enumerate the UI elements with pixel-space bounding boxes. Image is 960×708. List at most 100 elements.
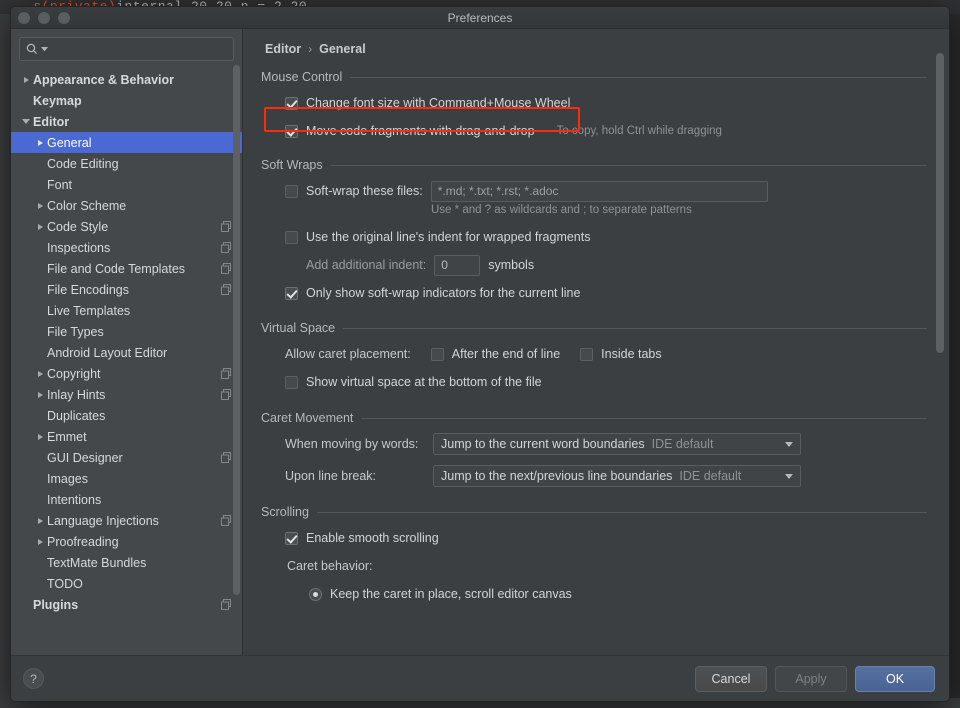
close-button[interactable] (18, 11, 30, 24)
sidebar-item-inspections[interactable]: Inspections (11, 237, 242, 258)
chevron-right-icon[interactable] (33, 223, 47, 230)
copy-settings-icon[interactable] (221, 221, 232, 232)
sidebar-item-appearance-behavior[interactable]: Appearance & Behavior (11, 69, 242, 90)
zoom-button[interactable] (58, 11, 70, 24)
group-divider (330, 164, 927, 166)
chevron-right-icon[interactable] (33, 517, 47, 524)
note-wildcards: Use * and ? as wildcards and ; to separa… (431, 204, 692, 216)
group-mouse-control: Mouse Control Change font size with Comm… (261, 70, 927, 142)
sidebar-item-plugins[interactable]: Plugins (11, 594, 242, 615)
row-soft-wrap-files[interactable]: Soft-wrap these files: (285, 180, 927, 202)
sidebar-item-language-injections[interactable]: Language Injections (11, 510, 242, 531)
chevron-down-icon[interactable] (19, 119, 33, 124)
copy-settings-icon[interactable] (221, 599, 232, 610)
row-additional-indent[interactable]: Add additional indent: symbols (285, 254, 927, 276)
sidebar-scrollbar[interactable] (233, 65, 240, 645)
copy-settings-icon[interactable] (221, 452, 232, 463)
checkbox-inside-tabs[interactable] (580, 347, 594, 361)
checkbox-soft-wrap-files[interactable] (285, 184, 298, 198)
checkbox-show-virtual-space[interactable] (285, 375, 298, 389)
copy-settings-icon[interactable] (221, 242, 232, 253)
sidebar-item-proofreading[interactable]: Proofreading (11, 531, 242, 552)
help-button[interactable]: ? (23, 668, 44, 689)
sidebar-item-label: Plugins (33, 597, 79, 612)
sidebar-item-emmet[interactable]: Emmet (11, 426, 242, 447)
sidebar-item-editor[interactable]: Editor (11, 111, 242, 132)
group-title: Caret Movement (261, 411, 354, 425)
chevron-right-icon[interactable] (19, 76, 33, 83)
preferences-dialog: Preferences Appearance & Behavior Keymap… (10, 6, 950, 702)
cancel-button[interactable]: Cancel (695, 665, 767, 692)
checkbox-move-code-fragments[interactable] (285, 124, 298, 138)
checkbox-after-end-of-line[interactable] (430, 347, 444, 361)
sidebar-item-intentions[interactable]: Intentions (11, 489, 242, 510)
radio-keep-caret-in-place[interactable] (309, 587, 322, 601)
settings-tree[interactable]: Appearance & Behavior Keymap Editor General… (11, 67, 242, 655)
checkbox-change-font-size[interactable] (285, 96, 298, 110)
checkbox-enable-smooth-scrolling[interactable] (285, 531, 298, 545)
content-scrollbar[interactable] (936, 53, 944, 653)
copy-settings-icon[interactable] (221, 368, 232, 379)
group-header-caret-movement: Caret Movement (261, 411, 927, 425)
additional-indent-input[interactable] (434, 254, 481, 276)
checkbox-row-move-code-fragments[interactable]: Move code fragments with drag-and-drop T… (285, 120, 927, 142)
row-keep-caret-in-place[interactable]: Keep the caret in place, scroll editor c… (285, 583, 927, 605)
search-field[interactable] (19, 37, 234, 61)
sidebar-item-gui-designer[interactable]: GUI Designer (11, 447, 242, 468)
sidebar-item-general[interactable]: General (11, 132, 242, 153)
sidebar-item-color-scheme[interactable]: Color Scheme (11, 195, 242, 216)
sidebar-item-file-types[interactable]: File Types (11, 321, 242, 342)
chevron-right-icon[interactable] (33, 370, 47, 377)
content-scrollbar-thumb[interactable] (936, 53, 944, 353)
sidebar-item-duplicates[interactable]: Duplicates (11, 405, 242, 426)
chevron-right-icon[interactable] (33, 538, 47, 545)
sidebar-item-font[interactable]: Font (11, 174, 242, 195)
chevron-right-icon[interactable] (33, 433, 47, 440)
combo-when-moving-by-words[interactable]: Jump to the current word boundaries IDE … (433, 433, 801, 455)
checkbox-only-show-indicators[interactable] (285, 286, 298, 300)
sidebar-item-code-editing[interactable]: Code Editing (11, 153, 242, 174)
sidebar-item-copyright[interactable]: Copyright (11, 363, 242, 384)
sidebar-item-file-and-code-templates[interactable]: File and Code Templates (11, 258, 242, 279)
checkbox-row-change-font-size[interactable]: Change font size with Command+Mouse Whee… (285, 92, 927, 114)
sidebar-item-textmate-bundles[interactable]: TextMate Bundles (11, 552, 242, 573)
chevron-right-icon[interactable] (33, 391, 47, 398)
row-original-indent[interactable]: Use the original line's indent for wrapp… (285, 226, 927, 248)
sidebar-item-file-encodings[interactable]: File Encodings (11, 279, 242, 300)
combo-upon-line-break[interactable]: Jump to the next/previous line boundarie… (433, 465, 801, 487)
row-show-virtual-space[interactable]: Show virtual space at the bottom of the … (285, 371, 927, 393)
group-body-caret-movement: When moving by words: Jump to the curren… (261, 433, 927, 487)
copy-settings-icon[interactable] (221, 389, 232, 400)
copy-settings-icon[interactable] (221, 284, 232, 295)
sidebar-item-label: Android Layout Editor (47, 345, 168, 360)
chevron-down-icon[interactable] (778, 473, 800, 479)
sidebar-item-images[interactable]: Images (11, 468, 242, 489)
group-header-soft-wraps: Soft Wraps (261, 158, 927, 172)
sidebar-item-label: File Encodings (47, 282, 129, 297)
copy-settings-icon[interactable] (221, 515, 232, 526)
breadcrumb-root[interactable]: Editor (265, 42, 301, 56)
minimize-button[interactable] (38, 11, 50, 24)
sidebar-item-todo[interactable]: TODO (11, 573, 242, 594)
sidebar-item-code-style[interactable]: Code Style (11, 216, 242, 237)
soft-wrap-files-input[interactable] (430, 180, 768, 202)
sidebar-item-live-templates[interactable]: Live Templates (11, 300, 242, 321)
chevron-right-icon[interactable] (33, 202, 47, 209)
row-enable-smooth-scrolling[interactable]: Enable smooth scrolling (285, 527, 927, 549)
sidebar-item-label: TextMate Bundles (47, 555, 147, 570)
sidebar-item-android-layout-editor[interactable]: Android Layout Editor (11, 342, 242, 363)
checkbox-original-indent[interactable] (285, 230, 298, 244)
sidebar-item-inlay-hints[interactable]: Inlay Hints (11, 384, 242, 405)
label-enable-smooth-scrolling: Enable smooth scrolling (306, 531, 439, 545)
row-when-moving-by-words: When moving by words: Jump to the curren… (285, 433, 927, 455)
sidebar-scrollbar-thumb[interactable] (233, 65, 240, 595)
chevron-right-icon[interactable] (33, 139, 47, 146)
copy-settings-icon[interactable] (221, 263, 232, 274)
row-only-show-indicators[interactable]: Only show soft-wrap indicators for the c… (285, 282, 927, 304)
chevron-down-icon[interactable] (778, 441, 800, 447)
sidebar-item-keymap[interactable]: Keymap (11, 90, 242, 111)
apply-button[interactable]: Apply (775, 665, 847, 692)
search-input[interactable] (51, 42, 227, 56)
ok-button[interactable]: OK (855, 665, 935, 692)
chevron-down-icon[interactable] (41, 46, 48, 52)
